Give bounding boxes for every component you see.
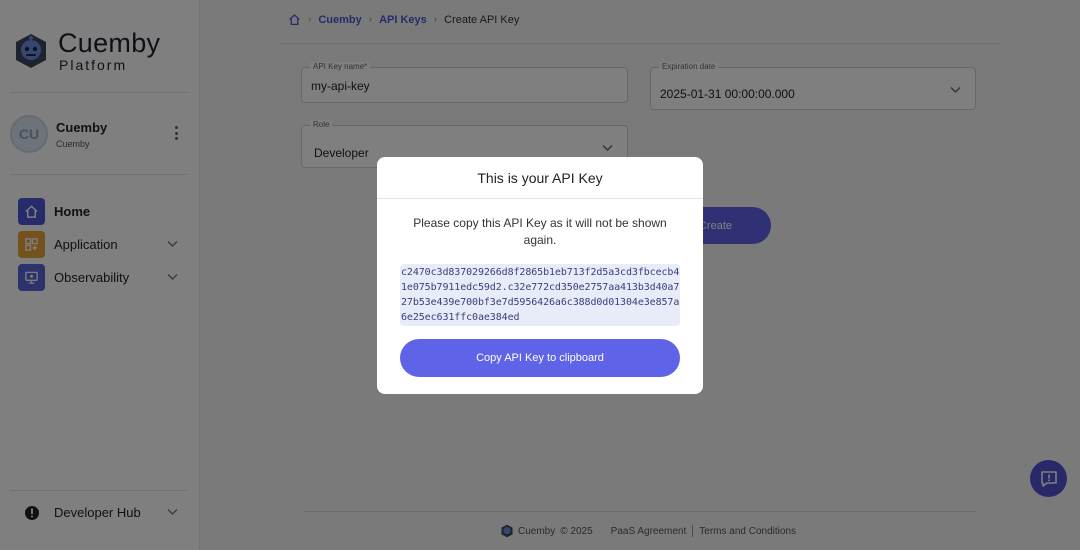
modal-message: Please copy this API Key as it will not … [413, 216, 667, 247]
copy-api-key-button[interactable]: Copy API Key to clipboard [400, 339, 680, 377]
modal-title: This is your API Key [377, 157, 703, 199]
api-key-value[interactable]: c2470c3d837029266d8f2865b1eb713f2d5a3cd3… [400, 264, 680, 326]
api-key-modal: This is your API Key Please copy this AP… [377, 157, 703, 394]
